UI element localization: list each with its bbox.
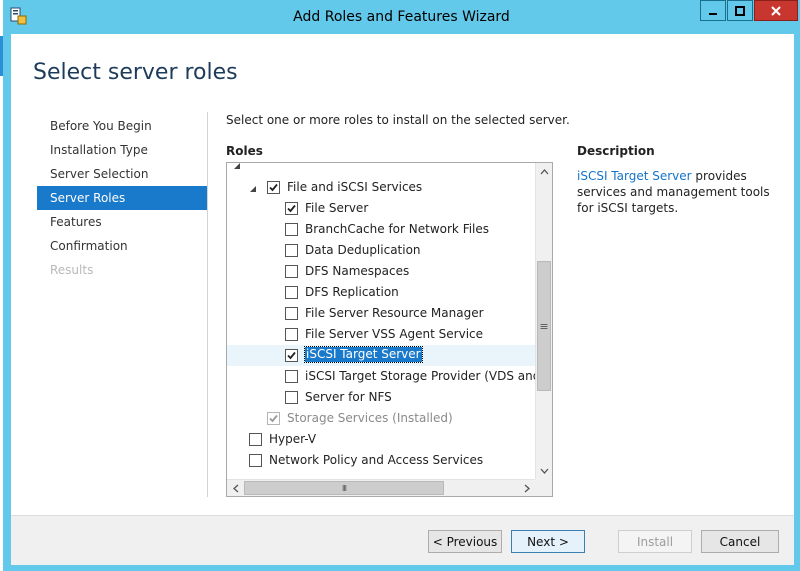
description-heading: Description <box>577 144 655 158</box>
role-row[interactable]: File Server <box>227 198 535 219</box>
vertical-scrollbar[interactable]: ≡ <box>535 163 552 479</box>
description-text: iSCSI Target Server provides services an… <box>577 168 777 216</box>
role-row[interactable]: Data Deduplication <box>227 240 535 261</box>
wizard-client-area: Select server roles Before You Begin Ins… <box>11 34 794 565</box>
wizard-window: Add Roles and Features Wizard Select ser… <box>3 0 800 571</box>
cancel-button[interactable]: Cancel <box>701 530 779 553</box>
role-label: iSCSI Target Server <box>304 346 423 363</box>
scroll-right-button[interactable] <box>518 480 535 496</box>
role-checkbox[interactable] <box>285 286 298 299</box>
role-checkbox[interactable] <box>249 454 262 467</box>
role-label: iSCSI Target Storage Provider (VDS and V… <box>305 369 535 383</box>
chevron-right-icon <box>524 484 530 492</box>
instruction-text: Select one or more roles to install on t… <box>226 113 570 127</box>
role-checkbox[interactable] <box>285 223 298 236</box>
role-row[interactable]: Storage Services (Installed) <box>227 408 535 429</box>
role-checkbox[interactable] <box>285 370 298 383</box>
role-checkbox[interactable] <box>285 202 298 215</box>
roles-list: File and iSCSI Services File Server Branch… <box>227 163 535 479</box>
role-row[interactable]: File Server Resource Manager <box>227 303 535 324</box>
role-checkbox[interactable] <box>285 391 298 404</box>
role-row[interactable]: iSCSI Target Server <box>227 345 535 366</box>
next-button[interactable]: Next > <box>511 530 585 553</box>
close-icon <box>771 5 781 16</box>
role-checkbox[interactable] <box>285 349 298 362</box>
checkmark-icon <box>269 414 278 423</box>
nav-item-installation-type[interactable]: Installation Type <box>37 138 207 162</box>
scroll-left-button[interactable] <box>227 480 244 496</box>
role-label: File and iSCSI Services <box>287 180 423 194</box>
role-label: Storage Services (Installed) <box>287 411 453 425</box>
role-checkbox[interactable] <box>285 328 298 341</box>
scrollbar-corner <box>535 479 552 496</box>
window-title: Add Roles and Features Wizard <box>293 9 510 25</box>
nav-item-server-selection[interactable]: Server Selection <box>37 162 207 186</box>
role-label: Hyper-V <box>269 432 317 446</box>
minimize-icon <box>709 12 717 15</box>
role-row[interactable]: DFS Namespaces <box>227 261 535 282</box>
maximize-button[interactable] <box>727 0 753 21</box>
role-checkbox[interactable] <box>285 307 298 320</box>
role-label: Server for NFS <box>305 390 392 404</box>
role-label: BranchCache for Network Files <box>305 222 490 236</box>
title-bar[interactable]: Add Roles and Features Wizard <box>3 0 800 34</box>
scroll-down-button[interactable] <box>536 462 552 479</box>
grip-icon: ≡ <box>539 319 549 333</box>
roles-tree[interactable]: File and iSCSI Services File Server Branch… <box>226 162 553 497</box>
chevron-up-icon <box>540 168 549 174</box>
role-checkbox[interactable] <box>267 181 280 194</box>
role-row[interactable]: Hyper-V <box>227 429 535 450</box>
role-label: DFS Replication <box>305 285 399 299</box>
chevron-down-icon <box>233 163 243 169</box>
previous-button[interactable]: < Previous <box>428 530 502 553</box>
vertical-scroll-thumb[interactable]: ≡ <box>537 261 551 391</box>
role-row[interactable]: File and iSCSI Services <box>227 177 535 198</box>
chevron-left-icon <box>232 484 238 492</box>
nav-item-server-roles[interactable]: Server Roles <box>37 186 207 210</box>
role-label: File Server Resource Manager <box>305 306 484 320</box>
role-checkbox[interactable] <box>249 433 262 446</box>
nav-item-features[interactable]: Features <box>37 210 207 234</box>
role-row[interactable]: DFS Replication <box>227 282 535 303</box>
scroll-up-button[interactable] <box>536 163 552 180</box>
role-label: File Server VSS Agent Service <box>305 327 484 341</box>
role-label: Network Policy and Access Services <box>269 453 484 467</box>
roles-heading: Roles <box>226 144 263 158</box>
checkmark-icon <box>287 204 296 213</box>
checkmark-icon <box>287 351 296 360</box>
wizard-button-bar: < Previous Next > Install Cancel <box>11 515 794 565</box>
role-label: DFS Namespaces <box>305 264 410 278</box>
description-link[interactable]: iSCSI Target Server <box>577 169 692 183</box>
role-row[interactable]: File Server VSS Agent Service <box>227 324 535 345</box>
maximize-icon <box>735 5 745 16</box>
close-button[interactable] <box>754 0 798 21</box>
list-item-partial <box>227 163 535 176</box>
wizard-nav: Before You Begin Installation Type Serve… <box>37 114 207 282</box>
minimize-button[interactable] <box>700 0 726 21</box>
install-button: Install <box>618 530 692 553</box>
grip-icon: III <box>341 483 347 493</box>
nav-item-before-you-begin[interactable]: Before You Begin <box>37 114 207 138</box>
chevron-down-icon <box>540 468 549 474</box>
nav-item-confirmation[interactable]: Confirmation <box>37 234 207 258</box>
role-row[interactable]: BranchCache for Network Files <box>227 219 535 240</box>
role-row[interactable]: Server for NFS <box>227 387 535 408</box>
role-label: File Server <box>305 201 369 215</box>
role-checkbox <box>267 412 280 425</box>
page-title: Select server roles <box>33 60 238 85</box>
checkmark-icon <box>269 183 278 192</box>
nav-item-results: Results <box>50 263 94 277</box>
role-label: Data Deduplication <box>305 243 421 257</box>
role-checkbox[interactable] <box>285 244 298 257</box>
role-checkbox[interactable] <box>285 265 298 278</box>
role-row[interactable]: iSCSI Target Storage Provider (VDS and V… <box>227 366 535 387</box>
horizontal-scroll-thumb[interactable]: III <box>244 481 444 495</box>
horizontal-scrollbar[interactable]: III <box>227 479 535 496</box>
nav-divider <box>207 112 208 497</box>
role-row[interactable]: Network Policy and Access Services <box>227 450 535 471</box>
expand-collapse-icon[interactable] <box>249 182 259 192</box>
